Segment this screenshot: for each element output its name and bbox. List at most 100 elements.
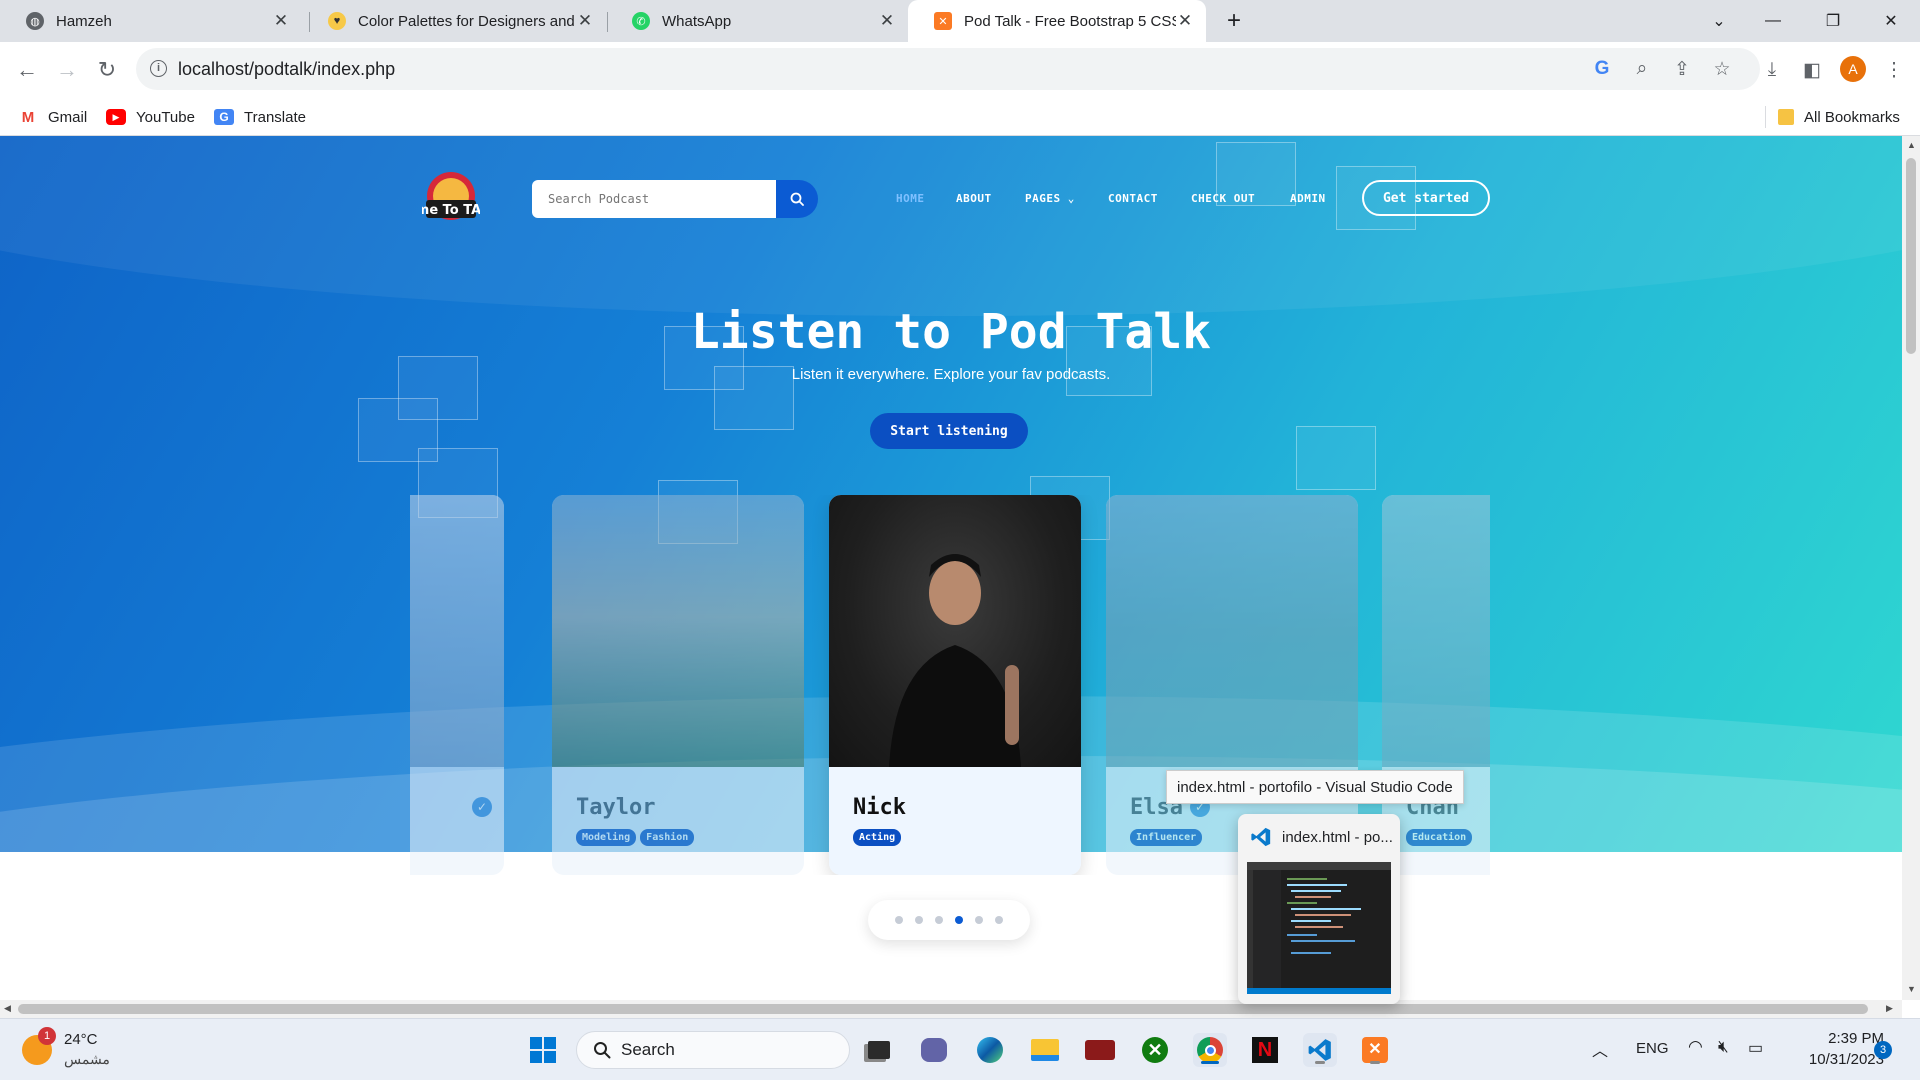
taskbar-search[interactable]: Search	[576, 1031, 850, 1069]
scrollbar-thumb[interactable]	[18, 1004, 1868, 1014]
game-app-icon[interactable]	[1083, 1033, 1117, 1067]
weather-temp[interactable]: 24°C	[64, 1031, 98, 1048]
close-tab-icon[interactable]: ✕	[272, 11, 290, 31]
windows-logo	[530, 1037, 556, 1063]
hero-wave	[0, 136, 1902, 316]
tab-search-icon[interactable]: ⌄	[1696, 0, 1742, 42]
site-info-icon[interactable]: i	[150, 60, 167, 77]
tag-badge[interactable]: Fashion	[640, 829, 695, 846]
carousel-dot[interactable]	[995, 916, 1003, 924]
address-bar[interactable]: i localhost/podtalk/index.php G ⌕ ⇪ ☆	[136, 48, 1760, 90]
close-tab-icon[interactable]: ✕	[576, 11, 594, 31]
vscode-taskbar-icon[interactable]	[1303, 1033, 1337, 1067]
chat-app-icon[interactable]	[917, 1033, 951, 1067]
nav-home[interactable]: HOME	[896, 192, 925, 205]
preview-thumbnail	[1247, 862, 1391, 994]
edge-icon[interactable]	[973, 1033, 1007, 1067]
carousel-dot[interactable]	[935, 916, 943, 924]
start-listening-button[interactable]: Start listening	[870, 413, 1028, 449]
card-body: Nick Acting	[829, 767, 1081, 875]
carousel-dot[interactable]	[975, 916, 983, 924]
file-explorer-icon[interactable]	[1028, 1033, 1062, 1067]
menu-kebab-icon[interactable]: ⋮	[1880, 56, 1908, 84]
scroll-left-arrow-icon[interactable]: ◀	[4, 1003, 11, 1014]
tab-title: Color Palettes for Designers and	[358, 12, 575, 30]
nav-check-out[interactable]: CHECK OUT	[1191, 192, 1255, 205]
card-photo	[1106, 495, 1358, 767]
scrollbar-thumb[interactable]	[1906, 158, 1916, 354]
side-panel-icon[interactable]: ◧	[1798, 56, 1826, 84]
notification-badge[interactable]: 3	[1874, 1041, 1892, 1059]
restore-button[interactable]: ❐	[1810, 0, 1856, 42]
zoom-icon[interactable]: ⌕	[1628, 55, 1656, 83]
close-tab-icon[interactable]: ✕	[1176, 11, 1194, 31]
google-lens-icon[interactable]: G	[1588, 55, 1616, 83]
search-input[interactable]	[532, 180, 778, 218]
card-name[interactable]: Nick	[853, 795, 906, 820]
back-arrow-icon[interactable]: ←	[9, 52, 45, 88]
tab-pod-talk[interactable]: ✕ Pod Talk - Free Bootstrap 5 CSS ✕	[908, 0, 1206, 42]
close-tab-icon[interactable]: ✕	[878, 11, 896, 31]
speaker-muted-icon[interactable]: 🔇︎	[1718, 1037, 1729, 1057]
minimize-button[interactable]: —	[1750, 0, 1796, 42]
close-window-button[interactable]: ✕	[1868, 0, 1914, 42]
windows-start-icon[interactable]	[526, 1033, 560, 1067]
tab-hamzeh[interactable]: ◍ Hamzeh ✕	[0, 0, 302, 42]
tag-badge[interactable]: Influencer	[1130, 829, 1203, 846]
clock-date[interactable]: 10/31/2023	[1784, 1051, 1884, 1068]
task-view-icon[interactable]	[862, 1033, 896, 1067]
download-icon[interactable]: ⤓	[1758, 56, 1786, 84]
get-started-button[interactable]: Get started	[1362, 180, 1490, 216]
person-silhouette	[889, 554, 1021, 767]
logo-graphic: Time To TALK	[402, 172, 500, 220]
clock-time[interactable]: 2:39 PM	[1794, 1030, 1884, 1047]
chrome-icon[interactable]	[1193, 1033, 1227, 1067]
xbox-icon[interactable]: ✕	[1138, 1033, 1172, 1067]
reload-icon[interactable]: ↻	[89, 52, 125, 88]
horizontal-scrollbar[interactable]: ◀ ▶	[0, 1000, 1902, 1018]
nav-admin[interactable]: ADMIN	[1290, 192, 1326, 205]
tag-badge[interactable]: Acting	[853, 829, 902, 846]
tab-color-palettes[interactable]: ♥ Color Palettes for Designers and ✕	[302, 0, 606, 42]
weather-desc[interactable]: مشمس	[64, 1051, 110, 1068]
podcast-card[interactable]: ✓	[410, 495, 504, 875]
bookmark-star-icon[interactable]: ☆	[1708, 55, 1736, 83]
language-indicator[interactable]: ENG	[1636, 1040, 1669, 1057]
scroll-up-arrow-icon[interactable]: ▲	[1907, 140, 1916, 150]
nav-about[interactable]: ABOUT	[956, 192, 992, 205]
taskbar-window-preview[interactable]: index.html - po...	[1238, 814, 1400, 1004]
tag-badge[interactable]: Education	[1406, 829, 1473, 846]
bookmark-youtube[interactable]: ▶ YouTube	[106, 106, 195, 128]
podcast-card-active[interactable]: Nick Acting	[829, 495, 1081, 875]
share-icon[interactable]: ⇪	[1668, 55, 1696, 83]
forward-arrow-icon[interactable]: →	[49, 52, 85, 88]
show-hidden-icons[interactable]: ︿	[1592, 1037, 1608, 1061]
browser-tab-strip: ◍ Hamzeh ✕ ♥ Color Palettes for Designer…	[0, 0, 1920, 42]
bookmark-gmail[interactable]: M Gmail	[18, 106, 87, 128]
podcast-card[interactable]: Taylor Modeling Fashion	[552, 495, 804, 875]
chevron-down-icon: ⌄	[1067, 192, 1075, 205]
bookmark-translate[interactable]: G Translate	[214, 106, 306, 128]
carousel-dot[interactable]	[955, 916, 963, 924]
scroll-down-arrow-icon[interactable]: ▼	[1907, 984, 1916, 994]
carousel-pagination	[868, 900, 1030, 940]
site-logo[interactable]: Time To TALK	[402, 166, 500, 228]
tab-whatsapp[interactable]: ✆ WhatsApp ✕	[606, 0, 908, 42]
vertical-scrollbar[interactable]: ▲ ▼	[1902, 136, 1920, 1000]
carousel-dot[interactable]	[915, 916, 923, 924]
nav-contact[interactable]: CONTACT	[1108, 192, 1158, 205]
battery-icon[interactable]: ▭	[1748, 1038, 1763, 1058]
profile-avatar[interactable]: A	[1840, 56, 1866, 82]
card-name[interactable]: Taylor	[576, 795, 655, 820]
xampp-taskbar-icon[interactable]: ✕	[1358, 1033, 1392, 1067]
carousel-dot[interactable]	[895, 916, 903, 924]
wifi-icon[interactable]: ◠	[1688, 1037, 1703, 1057]
url-text[interactable]: localhost/podtalk/index.php	[178, 59, 395, 80]
nav-pages[interactable]: PAGES ⌄	[1025, 192, 1075, 205]
scroll-right-arrow-icon[interactable]: ▶	[1886, 1003, 1893, 1014]
tag-badge[interactable]: Modeling	[576, 829, 637, 846]
all-bookmarks[interactable]: All Bookmarks	[1778, 106, 1900, 128]
new-tab-button[interactable]: +	[1211, 0, 1257, 42]
netflix-icon[interactable]: N	[1248, 1033, 1282, 1067]
search-button[interactable]	[776, 180, 818, 218]
